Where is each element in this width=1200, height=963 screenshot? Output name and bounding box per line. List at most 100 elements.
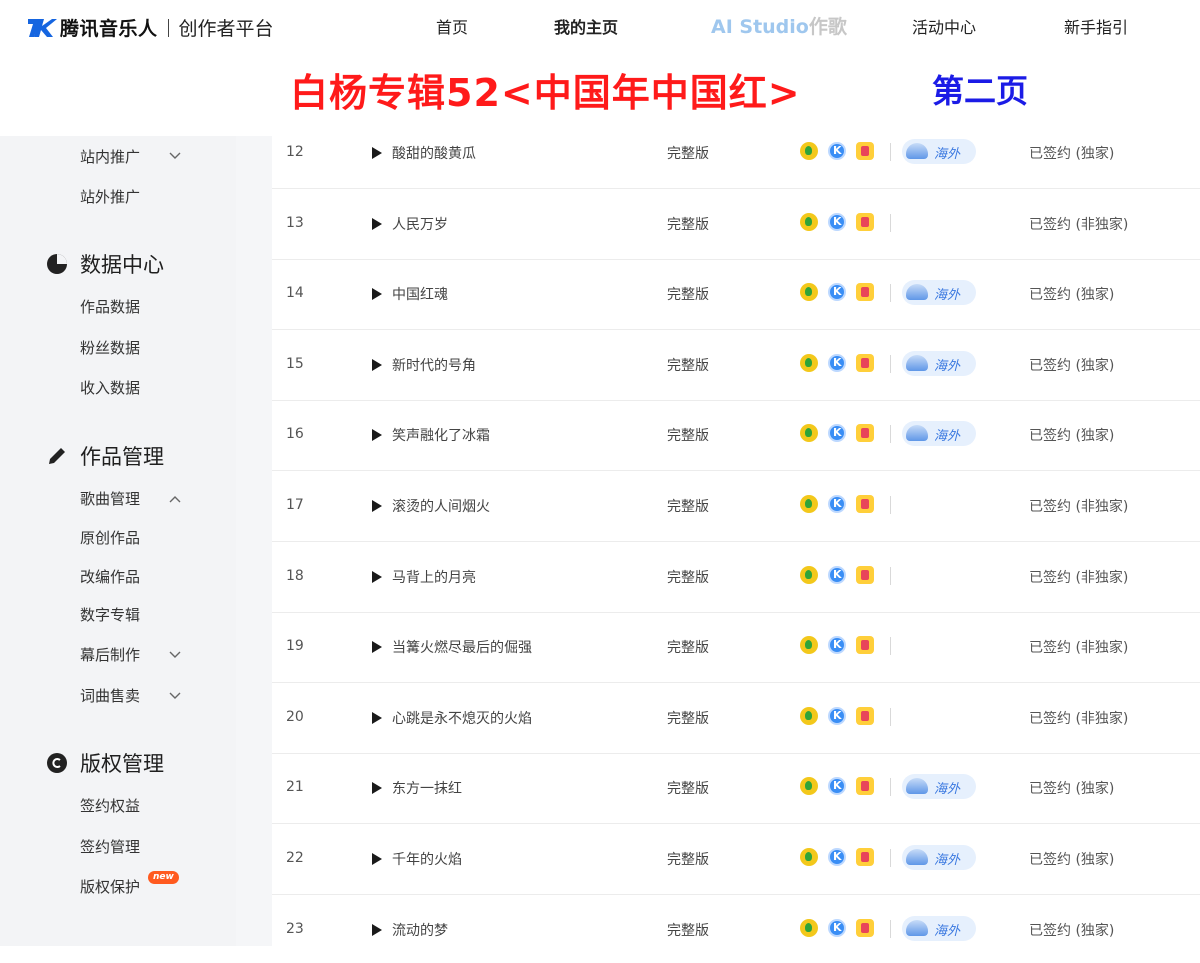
song-title[interactable]: 马背上的月亮 [392,567,476,587]
table-row[interactable]: 17 滚烫的人间烟火 完整版 已签约 (非独家) [272,471,1200,542]
kugou-icon [828,777,846,796]
sidebar-section-data-center[interactable]: 数据中心 [46,249,164,279]
nav-activity-center[interactable]: 活动中心 [912,14,976,38]
play-icon[interactable] [372,500,382,512]
sidebar-item-income-data[interactable]: 收入数据 [80,377,140,398]
nav-ai-studio[interactable]: AI Studio作歌 [711,12,847,39]
nav-home[interactable]: 首页 [436,14,468,38]
table-row[interactable]: 23 流动的梦 完整版 海外 已签约 (独家) [272,895,1200,963]
sidebar-item-fans-data[interactable]: 粉丝数据 [80,337,140,358]
overseas-badge: 海外 [902,845,976,870]
table-row[interactable]: 19 当篝火燃尽最后的倔强 完整版 已签约 (非独家) [272,612,1200,684]
song-version: 完整版 [667,781,709,798]
ai-studio-label: AI Studio [711,16,809,38]
logo[interactable]: 腾讯音乐人 创作者平台 [26,14,274,41]
sidebar-section-label: 版权管理 [80,752,164,776]
song-number: 18 [286,567,304,584]
table-row[interactable]: 18 马背上的月亮 完整版 已签约 (非独家) [272,542,1200,613]
play-icon[interactable] [372,641,382,654]
overseas-label: 海外 [934,853,961,868]
qq-music-icon [800,848,818,866]
qq-music-icon [800,283,818,302]
play-icon[interactable] [372,147,382,159]
platform-icons [800,706,884,725]
sidebar-item-adapted[interactable]: 改编作品 [80,566,140,587]
divider [890,707,891,726]
song-title[interactable]: 中国红魂 [392,284,448,304]
sidebar-section-copyright-mgmt[interactable]: 版权管理 [46,748,164,778]
song-title[interactable]: 千年的火焰 [392,849,462,869]
sidebar-item-copyright-protect[interactable]: 版权保护 [80,876,140,897]
pie-chart-icon [47,254,67,274]
sidebar-item-sign-rights[interactable]: 签约权益 [80,795,140,816]
table-row[interactable]: 22 千年的火焰 完整版 海外 已签约 (独家) [272,824,1200,895]
overseas-badge: 海外 [902,280,976,306]
chevron-down-icon[interactable] [168,648,182,662]
page-label: 第二页 [932,72,1029,110]
table-row[interactable]: 14 中国红魂 完整版 海外 已签约 (独家) [272,259,1200,331]
divider [890,566,891,585]
chevron-down-icon[interactable] [168,689,182,703]
play-icon[interactable] [372,358,382,371]
sidebar-item-original[interactable]: 原创作品 [80,527,140,548]
song-version: 完整版 [667,852,709,868]
qq-music-icon [800,565,818,584]
table-row[interactable]: 21 东方一抹红 完整版 海外 已签约 (独家) [272,753,1200,825]
song-title[interactable]: 人民万岁 [392,214,448,234]
kugou-icon [828,848,846,866]
divider [890,425,891,444]
sidebar-item-digital-album[interactable]: 数字专辑 [80,604,140,625]
song-title[interactable]: 心跳是永不熄灭的火焰 [392,708,532,728]
table-row[interactable]: 13 人民万岁 完整版 已签约 (非独家) [272,189,1200,260]
overseas-badge: 海外 [902,350,976,376]
song-title[interactable]: 滚烫的人间烟火 [392,496,490,516]
sidebar-item-sign-mgmt[interactable]: 签约管理 [80,836,140,857]
tme-logo-icon [28,18,57,37]
nav-my-home[interactable]: 我的主页 [554,14,618,38]
sidebar-item-promo-in[interactable]: 站内推广 [80,146,140,167]
play-icon[interactable] [372,923,382,936]
song-version: 完整版 [667,146,709,162]
table-row[interactable]: 20 心跳是永不熄灭的火焰 完整版 已签约 (非独家) [272,683,1200,754]
sidebar-item-promo-out[interactable]: 站外推广 [80,186,140,207]
overseas-icon [906,354,928,371]
play-icon[interactable] [372,429,382,442]
song-title[interactable]: 新时代的号角 [392,355,476,375]
overseas-icon [906,919,928,936]
table-row[interactable]: 16 笑声融化了冰霜 完整版 海外 已签约 (独家) [272,400,1200,472]
platform-icons [800,495,884,513]
nav-beginner-guide[interactable]: 新手指引 [1064,14,1128,38]
chevron-up-icon[interactable] [168,492,182,506]
sign-status: 已签约 (独家) [1029,146,1115,162]
play-icon[interactable] [372,853,382,865]
sidebar-item-post-production[interactable]: 幕后制作 [80,644,140,665]
song-title[interactable]: 流动的梦 [392,920,448,940]
sign-status: 已签约 (独家) [1029,852,1115,868]
play-icon[interactable] [372,570,382,583]
sidebar-item-song-mgmt[interactable]: 歌曲管理 [80,488,140,509]
platform-icons [800,212,884,231]
kugou-icon [828,283,846,302]
sidebar-section-works-mgmt[interactable]: 作品管理 [46,441,164,471]
song-title[interactable]: 酸甜的酸黄瓜 [392,143,476,163]
play-icon[interactable] [372,288,382,301]
sidebar-item-works-data[interactable]: 作品数据 [80,296,140,317]
song-version: 完整版 [667,640,709,657]
kuwo-icon [856,706,874,725]
sign-status: 已签约 (独家) [1029,287,1115,304]
song-title[interactable]: 东方一抹红 [392,778,462,798]
kuwo-icon [856,918,874,937]
sidebar-item-lyric-sale[interactable]: 词曲售卖 [80,685,140,706]
song-number: 20 [286,708,304,725]
sign-status: 已签约 (独家) [1029,357,1115,374]
play-icon[interactable] [372,782,382,795]
play-icon[interactable] [372,217,382,230]
ai-studio-suffix: 作歌 [808,16,847,38]
song-title[interactable]: 笑声融化了冰霜 [392,425,490,445]
chevron-down-icon[interactable] [168,149,182,163]
play-icon[interactable] [372,711,382,724]
song-number: 17 [286,497,304,513]
table-row[interactable]: 15 新时代的号角 完整版 海外 已签约 (独家) [272,330,1200,401]
divider [890,496,891,514]
song-title[interactable]: 当篝火燃尽最后的倔强 [392,637,532,657]
